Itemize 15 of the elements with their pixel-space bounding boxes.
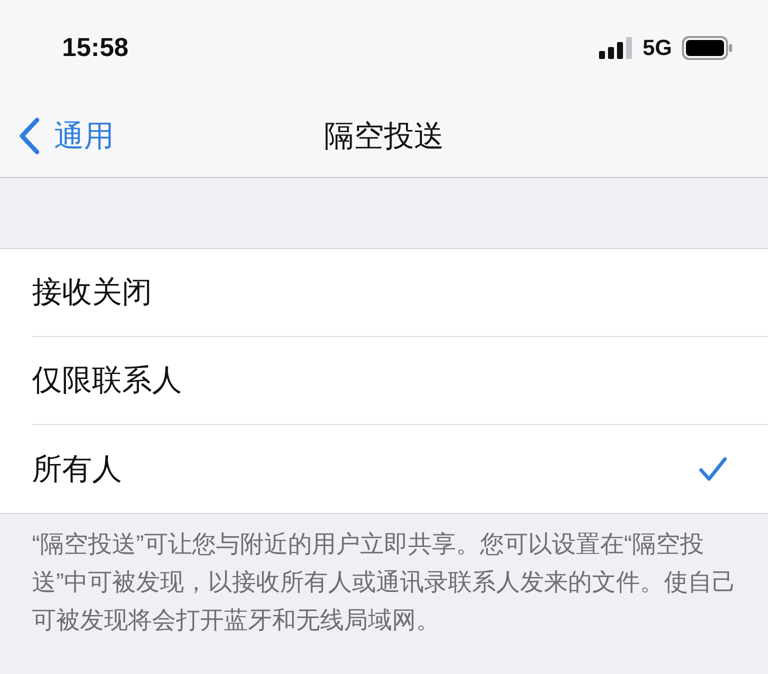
chevron-left-icon <box>18 117 40 155</box>
option-label: 所有人 <box>32 452 122 488</box>
back-button[interactable]: 通用 <box>0 114 120 158</box>
network-label: 5G <box>642 34 672 60</box>
option-row[interactable]: 所有人 <box>32 425 768 513</box>
status-time: 15:58 <box>62 32 128 63</box>
footer-text: “隔空投送”可让您与附近的用户立即共享。您可以设置在“隔空投送”中可被发现，以接收所有人或通讯录联系人发来的文件。使自己可被发现将会打开蓝牙和无线局域网。 <box>31 530 737 636</box>
checkmark-icon <box>698 456 728 482</box>
battery-icon <box>682 36 732 60</box>
option-row[interactable]: 仅限联系人 <box>32 337 768 425</box>
page-title: 隔空投送 <box>324 118 444 154</box>
option-label: 仅限联系人 <box>32 363 182 399</box>
option-label: 接收关闭 <box>32 275 152 311</box>
option-row[interactable]: 接收关闭 <box>32 249 768 337</box>
signal-icon <box>598 36 633 58</box>
